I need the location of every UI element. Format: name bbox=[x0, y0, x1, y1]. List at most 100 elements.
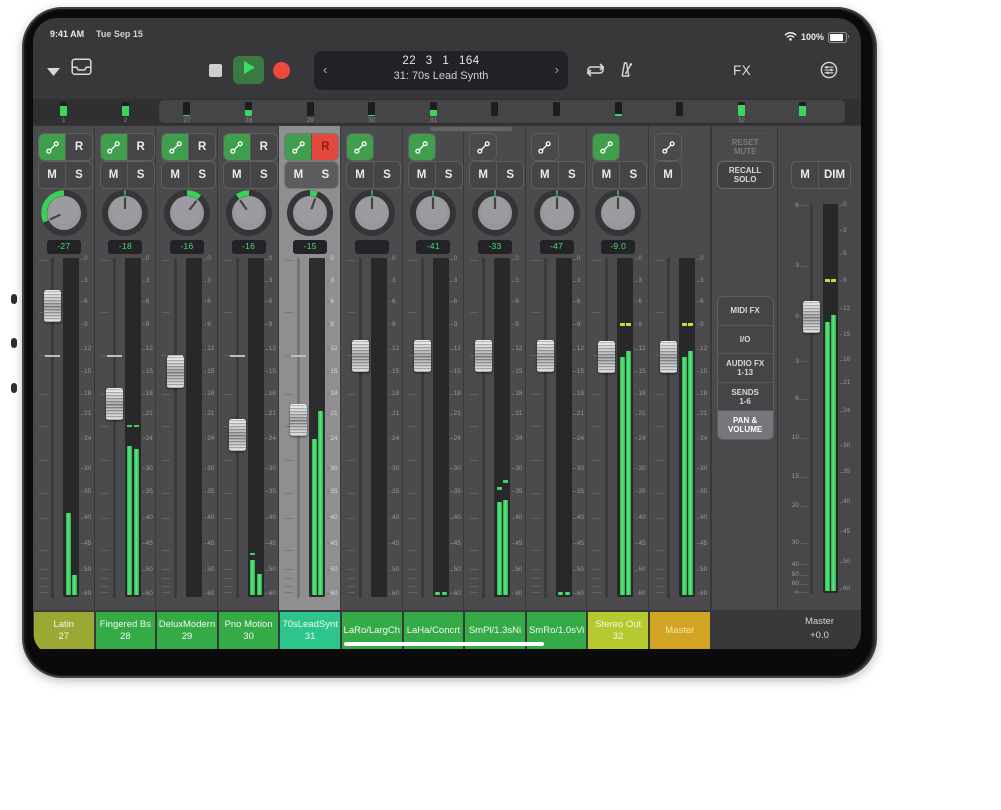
master-dim-button[interactable]: DIM bbox=[818, 162, 850, 188]
automation-button[interactable] bbox=[409, 134, 435, 160]
track-label-number: 32 bbox=[613, 631, 624, 643]
channel-strip-30: RMS-1603691215182124303540455060 bbox=[218, 126, 280, 610]
pan-knob[interactable] bbox=[102, 190, 148, 236]
pan-knob[interactable] bbox=[41, 190, 87, 236]
track-label-27[interactable]: Latin27 bbox=[34, 612, 94, 649]
record-enable-button[interactable]: R bbox=[250, 134, 277, 160]
record-enable-button[interactable]: R bbox=[188, 134, 215, 160]
next-section-button[interactable]: › bbox=[555, 62, 559, 77]
library-browser-button[interactable] bbox=[71, 58, 92, 81]
mixer-settings-button[interactable] bbox=[820, 61, 838, 84]
record-enable-button[interactable]: R bbox=[311, 134, 338, 160]
mute-button[interactable]: M bbox=[285, 162, 311, 188]
solo-button[interactable]: S bbox=[65, 162, 92, 188]
record-button[interactable] bbox=[273, 62, 290, 79]
mute-button[interactable]: M bbox=[655, 162, 681, 188]
meter-scale-label: 21 bbox=[577, 410, 584, 417]
reset-mute-button[interactable]: RESETMUTE bbox=[717, 133, 774, 161]
solo-button[interactable]: S bbox=[619, 162, 646, 188]
mute-button[interactable]: M bbox=[101, 162, 127, 188]
level-meter bbox=[125, 258, 141, 597]
track-label-32[interactable]: Stereo Out32 bbox=[588, 612, 648, 649]
meter-scale-label: 3 bbox=[515, 277, 519, 284]
pan-knob[interactable] bbox=[164, 190, 210, 236]
automation-button[interactable] bbox=[593, 134, 619, 160]
solo-button[interactable]: S bbox=[558, 162, 585, 188]
volume-fader[interactable] bbox=[537, 340, 554, 372]
disclose-tracks-button[interactable] bbox=[46, 64, 61, 82]
volume-fader[interactable] bbox=[352, 340, 369, 372]
master-volume-fader[interactable] bbox=[803, 301, 820, 333]
record-enable-button[interactable]: R bbox=[127, 134, 154, 160]
mute-button[interactable]: M bbox=[224, 162, 250, 188]
mute-button[interactable]: M bbox=[532, 162, 558, 188]
pan-knob[interactable] bbox=[472, 190, 518, 236]
mute-button[interactable]: M bbox=[409, 162, 435, 188]
track-label-master[interactable]: Master bbox=[650, 612, 710, 649]
pan-knob[interactable] bbox=[349, 190, 395, 236]
overview-meter bbox=[368, 102, 375, 116]
tab-audio-fx[interactable]: AUDIO FX1-13 bbox=[718, 353, 773, 382]
pan-knob[interactable] bbox=[410, 190, 456, 236]
play-button[interactable] bbox=[233, 56, 264, 84]
track-label-29[interactable]: DeluxModern29 bbox=[157, 612, 217, 649]
track-label-30[interactable]: Pno Motion30 bbox=[219, 612, 279, 649]
mute-button[interactable]: M bbox=[39, 162, 65, 188]
pan-knob[interactable] bbox=[595, 190, 641, 236]
master-mute-button[interactable]: M bbox=[792, 162, 818, 188]
meter-scale-label: 40 bbox=[843, 498, 850, 505]
recall-solo-button[interactable]: RECALLSOLO bbox=[717, 161, 774, 189]
automation-button[interactable] bbox=[39, 134, 65, 160]
solo-button[interactable]: S bbox=[127, 162, 154, 188]
volume-fader[interactable] bbox=[229, 419, 246, 451]
lcd-display[interactable]: ‹ 22 3 1 164 31: 70s Lead Synth › bbox=[314, 51, 568, 90]
volume-fader[interactable] bbox=[290, 404, 307, 436]
meter-scale-label: 24 bbox=[843, 407, 850, 414]
solo-button[interactable]: S bbox=[311, 162, 338, 188]
solo-button[interactable]: S bbox=[188, 162, 215, 188]
track-label-31[interactable]: 70sLeadSynt31 bbox=[280, 612, 340, 649]
fx-button[interactable]: FX bbox=[733, 63, 751, 78]
automation-button[interactable] bbox=[101, 134, 127, 160]
tab-i-o[interactable]: I/O bbox=[718, 325, 773, 354]
tab-midi-fx[interactable]: MIDI FX bbox=[718, 297, 773, 325]
volume-fader[interactable] bbox=[475, 340, 492, 372]
metronome-button[interactable] bbox=[617, 61, 634, 83]
automation-button[interactable] bbox=[162, 134, 188, 160]
solo-button[interactable]: S bbox=[496, 162, 523, 188]
pan-knob[interactable] bbox=[287, 190, 333, 236]
record-enable-button[interactable]: R bbox=[65, 134, 92, 160]
mute-button[interactable]: M bbox=[347, 162, 373, 188]
peak-hold-mark bbox=[620, 323, 625, 326]
mute-button[interactable]: M bbox=[593, 162, 619, 188]
automation-button[interactable] bbox=[655, 134, 681, 160]
meter-scale-label: 12 bbox=[638, 345, 645, 352]
volume-fader[interactable] bbox=[598, 341, 615, 373]
tab-pan-[interactable]: PAN &VOLUME bbox=[718, 410, 773, 439]
automation-button[interactable] bbox=[347, 134, 373, 160]
volume-fader[interactable] bbox=[414, 340, 431, 372]
mute-button[interactable]: M bbox=[470, 162, 496, 188]
automation-button[interactable] bbox=[470, 134, 496, 160]
volume-fader[interactable] bbox=[167, 356, 184, 388]
cycle-button[interactable] bbox=[584, 62, 607, 83]
automation-button[interactable] bbox=[532, 134, 558, 160]
scroll-indicator[interactable] bbox=[430, 127, 512, 131]
automation-button[interactable] bbox=[285, 134, 311, 160]
tab-sends[interactable]: SENDS1-6 bbox=[718, 382, 773, 411]
solo-button[interactable]: S bbox=[435, 162, 462, 188]
volume-fader[interactable] bbox=[44, 290, 61, 322]
master-fader-scale-label: 10 bbox=[782, 434, 799, 441]
pan-knob[interactable] bbox=[226, 190, 272, 236]
meter-scale-label: 21 bbox=[843, 379, 850, 386]
solo-button[interactable]: S bbox=[373, 162, 400, 188]
stop-button[interactable] bbox=[209, 64, 222, 77]
mute-button[interactable]: M bbox=[162, 162, 188, 188]
automation-button[interactable] bbox=[224, 134, 250, 160]
track-label-28[interactable]: Fingered Bs28 bbox=[96, 612, 156, 649]
pan-knob[interactable] bbox=[534, 190, 580, 236]
volume-fader[interactable] bbox=[106, 388, 123, 420]
volume-fader[interactable] bbox=[660, 341, 677, 373]
meter-scale-label: 6 bbox=[392, 298, 396, 305]
solo-button[interactable]: S bbox=[250, 162, 277, 188]
